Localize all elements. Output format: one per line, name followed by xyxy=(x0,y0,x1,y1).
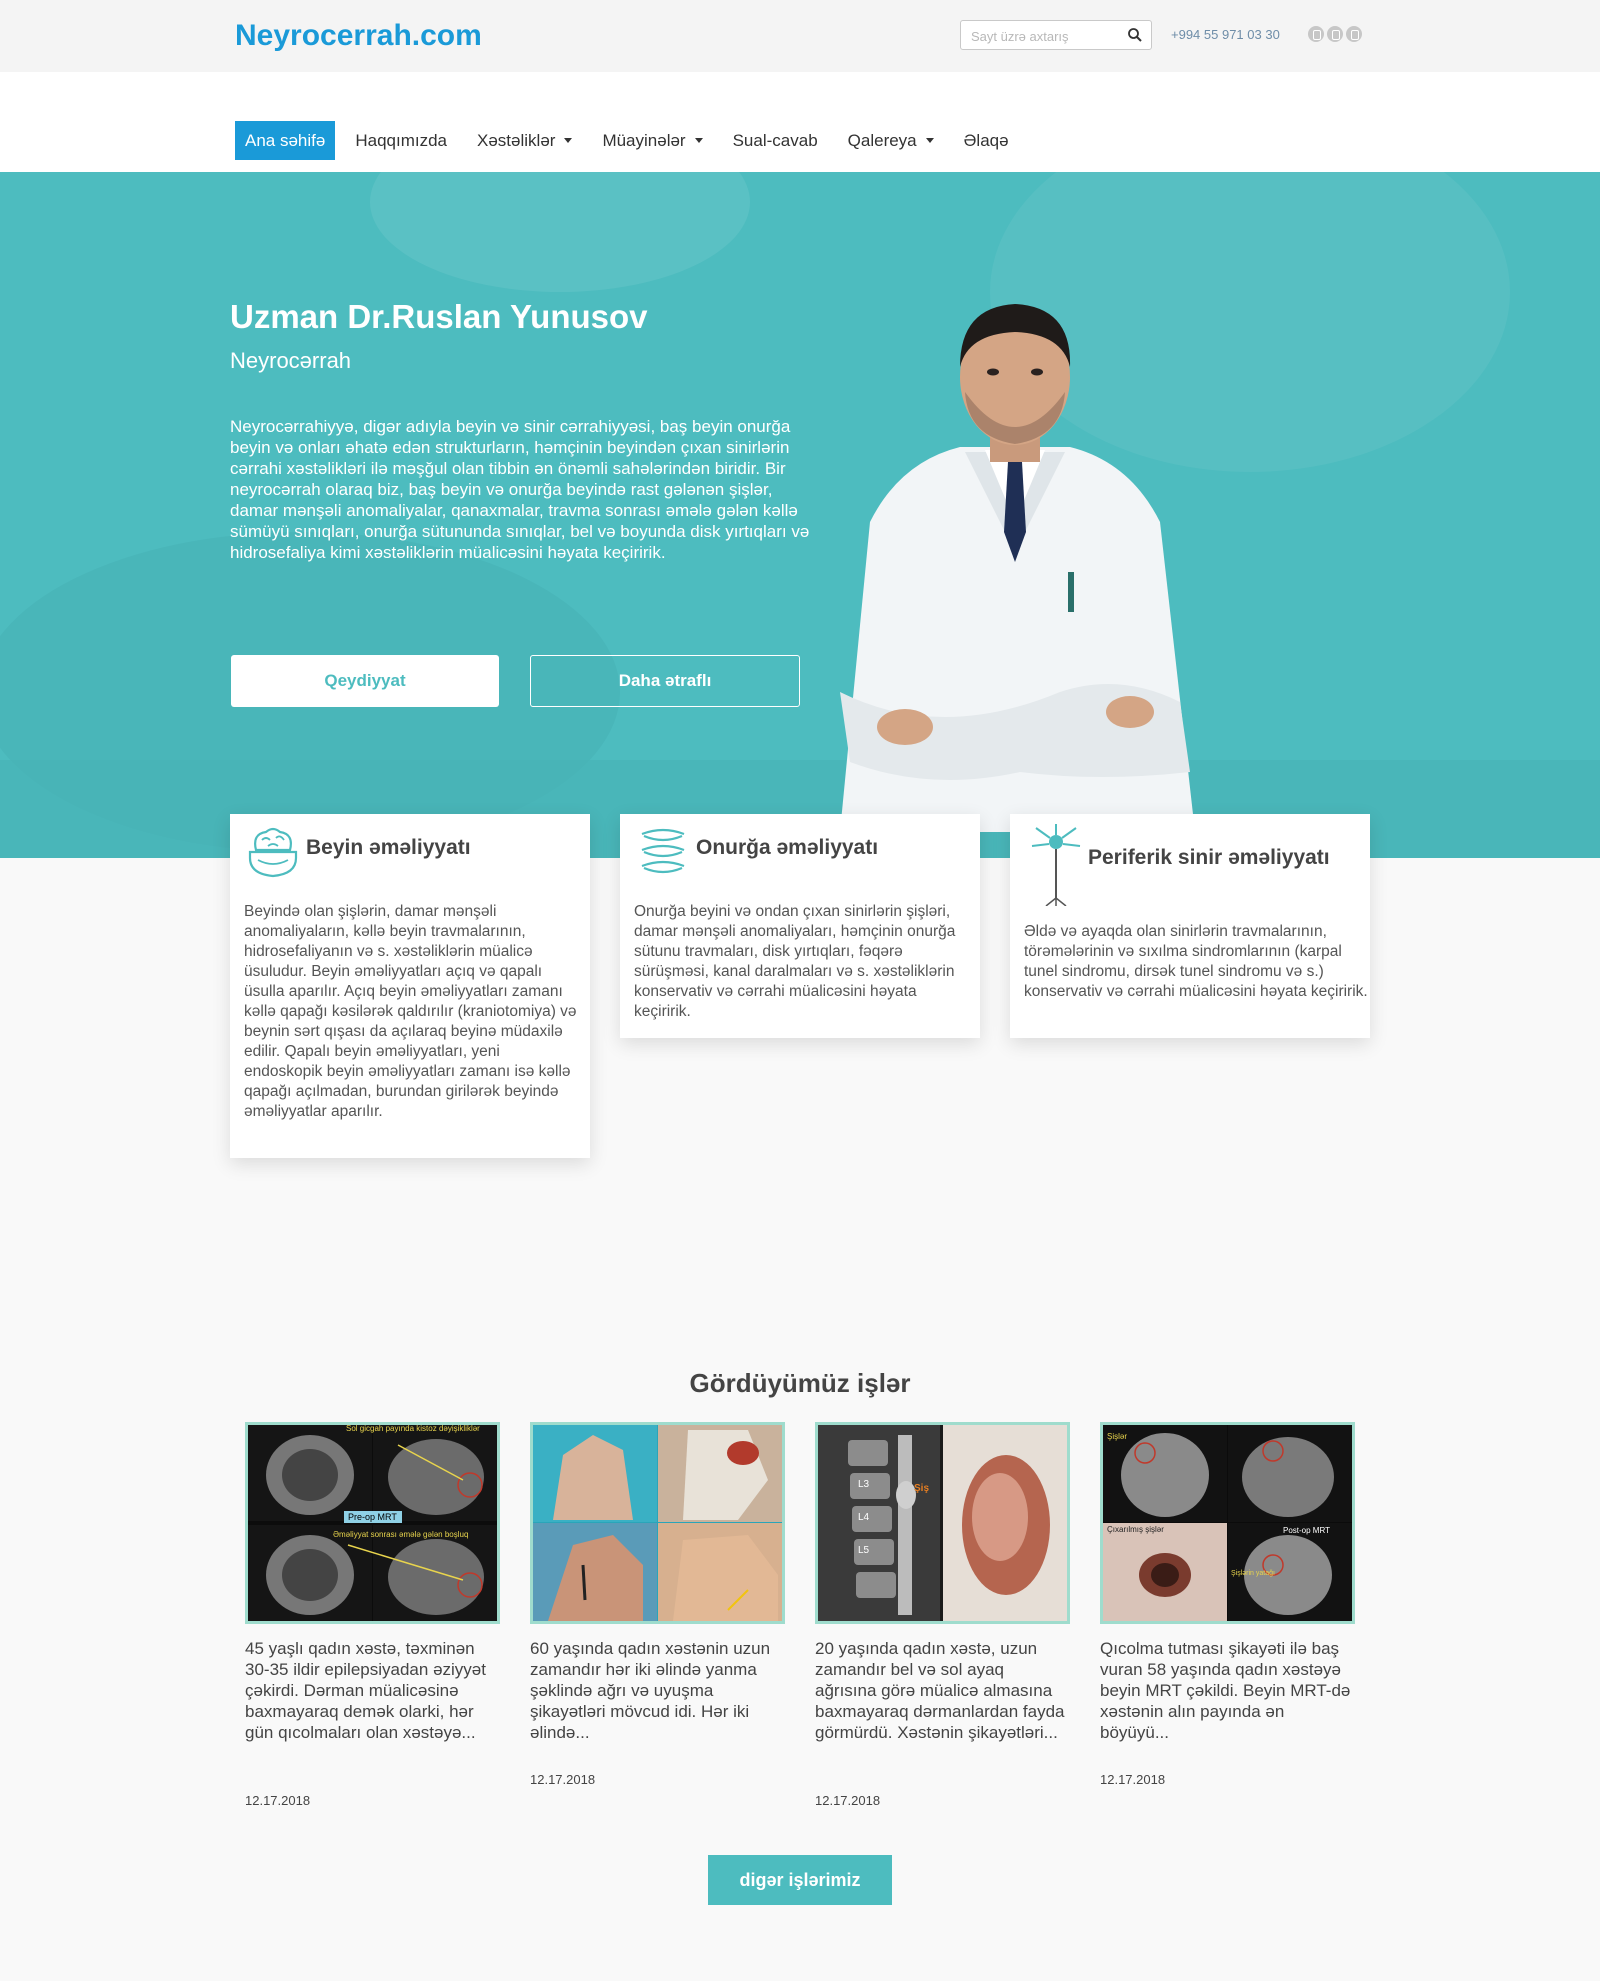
nav-item-label: Xəstəliklər xyxy=(477,130,556,150)
image-label: L3 xyxy=(858,1479,870,1490)
work-card[interactable]: Pre-op MRT Sol gicgah payında kistoz dəy… xyxy=(245,1422,500,1808)
work-card[interactable]: 60 yaşında qadın xəstənin uzun zamandır … xyxy=(530,1422,785,1787)
service-card-spine[interactable]: Onurğa əməliyyatı Onurğa beyini və ondan… xyxy=(620,814,980,1038)
nav-item-diseases[interactable]: Xəstəliklər xyxy=(467,121,582,160)
hero-subtitle: Neyrocərrah xyxy=(230,348,352,373)
nav-item-label: Müayinələr xyxy=(602,130,686,150)
image-label: Çıxarılmış şişlər xyxy=(1107,1525,1164,1534)
nav-item-gallery[interactable]: Qalereya xyxy=(838,121,944,160)
spine-icon xyxy=(641,828,685,874)
phone-number[interactable]: +994 55 971 03 30 xyxy=(1171,27,1280,42)
instagram-icon[interactable] xyxy=(1327,26,1343,42)
work-description: Qıcolma tutması şikayəti ilə baş vuran 5… xyxy=(1100,1639,1351,1742)
neuron-icon xyxy=(1031,824,1081,906)
caret-down-icon xyxy=(564,138,573,143)
search-box xyxy=(960,20,1152,50)
service-card-peripheral[interactable]: Periferik sinir əməliyyatı Əldə və ayaqd… xyxy=(1010,814,1370,1038)
work-description: 60 yaşında qadın xəstənin uzun zamandır … xyxy=(530,1639,771,1742)
register-button[interactable]: Qeydiyyat xyxy=(231,655,499,707)
image-label: Post-op MRT xyxy=(1283,1526,1330,1535)
nav-item-label: Qalereya xyxy=(847,130,917,150)
work-date: 12.17.2018 xyxy=(1100,1772,1166,1787)
image-label: L5 xyxy=(858,1545,870,1556)
image-label: L4 xyxy=(858,1512,870,1523)
hero-description: Neyrocərrahiyyə, digər adıyla beyin və s… xyxy=(230,417,810,562)
work-date: 12.17.2018 xyxy=(815,1793,881,1808)
service-description: Əldə və ayaqda olan sinirlərin travmalar… xyxy=(1024,923,1368,1000)
main-navbar: Ana səhifə Haqqımızda Xəstəliklər Müayin… xyxy=(0,72,1600,172)
nav-item-label: Sual-cavab xyxy=(732,130,818,150)
image-label: Pre-op MRT xyxy=(348,1512,397,1522)
works-section-title: Gördüyümüz işlər xyxy=(689,1368,911,1398)
youtube-icon[interactable] xyxy=(1346,26,1362,42)
service-description: Beyində olan şişlərin, damar mənşəli ano… xyxy=(244,903,577,1120)
more-info-button[interactable]: Daha ətraflı xyxy=(530,655,800,707)
image-label: Sol gicgah payında kistoz dəyişikliklər xyxy=(346,1424,480,1433)
nav-item-contact[interactable]: Əlaqə xyxy=(954,121,1019,160)
hero-section: Uzman Dr.Ruslan Yunusov Neyrocərrah Neyr… xyxy=(0,172,1600,858)
hero-title: Uzman Dr.Ruslan Yunusov xyxy=(230,298,648,335)
image-label: Əməliyyat sonrası əmələ gələn boşluq xyxy=(333,1530,468,1539)
main-nav: Ana səhifə Haqqımızda Xəstəliklər Müayin… xyxy=(235,121,1029,160)
image-label: Şiş xyxy=(914,1483,929,1494)
more-works-button[interactable]: digər işlərimiz xyxy=(708,1855,892,1905)
top-bar: Neyrocerrah.com +994 55 971 03 30 xyxy=(0,0,1600,72)
nav-item-examinations[interactable]: Müayinələr xyxy=(592,121,712,160)
nav-item-home[interactable]: Ana səhifə xyxy=(235,121,336,160)
work-description: 45 yaşlı qadın xəstə, təxminən 30-35 ild… xyxy=(245,1639,486,1742)
facebook-icon[interactable] xyxy=(1308,26,1324,42)
work-card[interactable]: Şişlər Çıxarılmış şişlər Post-op MRT Şiş… xyxy=(1100,1422,1355,1787)
doctor-portrait xyxy=(840,304,1195,832)
work-date: 12.17.2018 xyxy=(245,1793,311,1808)
site-logo[interactable]: Neyrocerrah.com xyxy=(235,19,482,53)
caret-down-icon xyxy=(694,138,703,143)
brain-icon xyxy=(248,827,298,878)
image-label: Şişlər xyxy=(1107,1432,1127,1441)
work-thumbnail-brain[interactable]: Şişlər Çıxarılmış şişlər Post-op MRT Şiş… xyxy=(1100,1422,1355,1624)
caret-down-icon xyxy=(925,138,934,143)
service-title: Periferik sinir əməliyyatı xyxy=(1088,846,1330,869)
service-card-brain[interactable]: Beyin əməliyyatı Beyində olan şişlərin, … xyxy=(230,814,590,1158)
nav-item-faq[interactable]: Sual-cavab xyxy=(723,121,828,160)
service-description: Onurğa beyini və ondan çıxan sinirlərin … xyxy=(634,903,956,1020)
work-card[interactable]: L3 L4 L5 Şiş 20 yaşında qadın xəstə, uzu… xyxy=(815,1422,1070,1808)
service-title: Beyin əməliyyatı xyxy=(306,836,471,859)
work-thumbnail-spine[interactable]: L3 L4 L5 Şiş xyxy=(815,1422,1070,1624)
nav-item-label: Haqqımızda xyxy=(355,130,448,150)
work-thumbnail-mri[interactable]: Pre-op MRT Sol gicgah payında kistoz dəy… xyxy=(245,1422,500,1624)
search-icon[interactable] xyxy=(1127,27,1143,43)
image-label: Şişlərin yatağı xyxy=(1231,1570,1275,1577)
service-title: Onurğa əməliyyatı xyxy=(696,836,879,859)
search-input[interactable] xyxy=(971,27,1121,45)
social-links xyxy=(1308,26,1362,42)
work-date: 12.17.2018 xyxy=(530,1772,596,1787)
work-thumbnail-hands[interactable] xyxy=(530,1422,785,1624)
work-description: 20 yaşında qadın xəstə, uzun zamandır be… xyxy=(815,1639,1065,1742)
nav-item-about[interactable]: Haqqımızda xyxy=(345,121,457,160)
nav-item-label: Ana səhifə xyxy=(245,130,326,150)
nav-item-label: Əlaqə xyxy=(963,130,1009,150)
